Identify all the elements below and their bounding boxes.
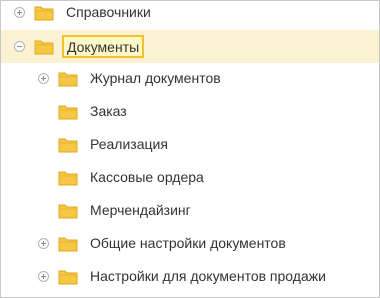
tree-item-sales[interactable]: Реализация <box>1 128 379 161</box>
tree-item-label: Документы <box>62 35 145 58</box>
folder-icon <box>34 5 54 21</box>
tree-item-sales-document-settings[interactable]: Настройки для документов продажи <box>1 260 379 293</box>
folder-icon <box>58 170 78 186</box>
expand-plus-icon[interactable] <box>38 238 49 249</box>
tree-item-label: Заказ <box>90 103 127 119</box>
expand-plus-icon[interactable] <box>38 73 49 84</box>
folder-icon <box>58 137 78 153</box>
tree-item-label: Кассовые ордера <box>90 169 204 185</box>
folder-icon <box>58 236 78 252</box>
folder-icon <box>58 203 78 219</box>
tree-item-label: Общие настройки документов <box>90 235 286 251</box>
tree-item-merchandising[interactable]: Мерчендайзинг <box>1 194 379 227</box>
tree-item-directories[interactable]: Справочники <box>1 0 379 29</box>
tree-item-label: Справочники <box>66 4 151 20</box>
tree-item-label: Мерчендайзинг <box>90 202 191 218</box>
tree-item-label: Реализация <box>90 136 168 152</box>
tree-item-label: Журнал документов <box>90 70 221 86</box>
collapse-minus-icon[interactable] <box>14 41 25 52</box>
folder-icon <box>58 104 78 120</box>
folder-icon <box>58 269 78 285</box>
tree-item-order[interactable]: Заказ <box>1 95 379 128</box>
folder-icon <box>58 71 78 87</box>
tree-item-document-journal[interactable]: Журнал документов <box>1 62 379 95</box>
navigation-tree: Справочники Документы Журнал документов … <box>0 0 380 298</box>
tree-item-general-document-settings[interactable]: Общие настройки документов <box>1 227 379 260</box>
folder-icon <box>34 39 54 55</box>
tree-item-label: Настройки для документов продажи <box>90 268 326 284</box>
tree-item-cash-orders[interactable]: Кассовые ордера <box>1 161 379 194</box>
expand-plus-icon[interactable] <box>14 7 25 18</box>
tree-item-documents[interactable]: Документы <box>1 30 379 63</box>
expand-plus-icon[interactable] <box>38 271 49 282</box>
